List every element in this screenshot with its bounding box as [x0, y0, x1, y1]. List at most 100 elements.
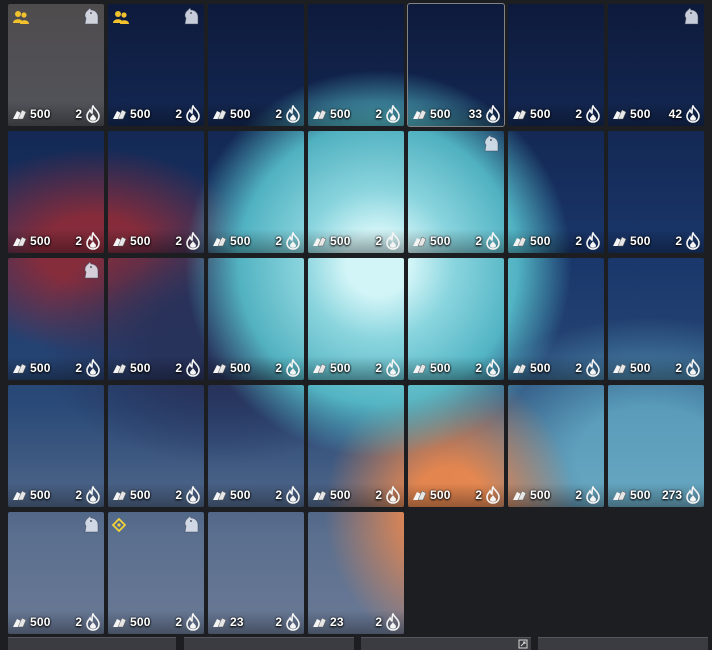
card-tile[interactable]: 500 273: [608, 385, 704, 507]
people-icon: [113, 11, 129, 24]
card-count: 500: [130, 234, 151, 248]
card-tile[interactable]: 500 2: [308, 131, 404, 253]
card-tile[interactable]: 500 2: [508, 4, 604, 126]
card-tile[interactable]: 500 2: [108, 385, 204, 507]
card-stack-icon: [113, 363, 127, 374]
card-count: 500: [530, 361, 551, 375]
card-level: 2: [275, 234, 282, 248]
card-level: 2: [175, 234, 182, 248]
card-tile[interactable]: 500 2: [308, 258, 404, 380]
card-tile[interactable]: 500 2: [8, 4, 104, 126]
card-tile[interactable]: 500 2: [608, 131, 704, 253]
card-tile[interactable]: 500 2: [608, 258, 704, 380]
card-count: 500: [30, 107, 51, 121]
flame-icon: [586, 359, 600, 377]
card-tile[interactable]: 500 2: [208, 258, 304, 380]
card-tile[interactable]: 23 2: [208, 512, 304, 634]
card-level: 2: [575, 488, 582, 502]
flame-icon: [486, 486, 500, 504]
card-tile[interactable]: 500 2: [8, 131, 104, 253]
knight-icon: [84, 515, 99, 533]
card-count: 500: [530, 488, 551, 502]
card-stack-icon: [413, 363, 427, 374]
card-count: 500: [430, 488, 451, 502]
bottom-tab-2[interactable]: [184, 637, 354, 650]
flame-icon: [286, 105, 300, 123]
knight-icon: [184, 515, 199, 533]
card-tile[interactable]: 500 2: [508, 131, 604, 253]
card-level: 2: [475, 234, 482, 248]
card-level: 2: [175, 361, 182, 375]
card-count: 500: [430, 234, 451, 248]
flame-icon: [586, 486, 600, 504]
card-count: 500: [330, 234, 351, 248]
flame-icon: [386, 359, 400, 377]
card-stack-icon: [213, 109, 227, 120]
flame-icon: [86, 486, 100, 504]
flame-icon: [286, 232, 300, 250]
card-count: 500: [630, 234, 651, 248]
bottom-tab-1[interactable]: [8, 637, 176, 650]
card-tile[interactable]: 500 2: [508, 385, 604, 507]
card-tile[interactable]: 500 2: [508, 258, 604, 380]
card-level: 2: [675, 361, 682, 375]
flame-icon: [186, 105, 200, 123]
card-count: 500: [230, 488, 251, 502]
card-level: 33: [468, 107, 482, 121]
flame-icon: [386, 105, 400, 123]
card-count: 500: [430, 361, 451, 375]
card-tile[interactable]: 500 2: [208, 4, 304, 126]
card-tile[interactable]: 500 2: [308, 4, 404, 126]
card-grid: 500 2 500 2 500 2 500 2 500 33 500 2 500 42 500 2 500 2 50…: [8, 3, 704, 634]
knight-icon: [684, 7, 699, 25]
card-stack-icon: [313, 617, 327, 628]
card-level: 2: [275, 615, 282, 629]
card-count: 23: [230, 615, 244, 629]
card-level: 273: [661, 488, 682, 502]
card-count: 500: [230, 107, 251, 121]
card-tile[interactable]: 500 2: [208, 131, 304, 253]
card-tile[interactable]: 500 42: [608, 4, 704, 126]
card-tile[interactable]: 500 2: [8, 512, 104, 634]
flame-icon: [386, 486, 400, 504]
card-stack-icon: [113, 490, 127, 501]
card-count: 500: [530, 234, 551, 248]
card-level: 2: [375, 361, 382, 375]
card-tile[interactable]: 500 2: [8, 385, 104, 507]
card-tile[interactable]: 500 2: [308, 385, 404, 507]
card-stack-icon: [13, 236, 27, 247]
card-tile[interactable]: 500 2: [408, 131, 504, 253]
card-stack-icon: [213, 490, 227, 501]
bottom-tab-4[interactable]: [538, 637, 708, 650]
flame-icon: [686, 486, 700, 504]
card-stack-icon: [513, 490, 527, 501]
flame-icon: [86, 232, 100, 250]
card-count: 500: [230, 361, 251, 375]
flame-icon: [186, 486, 200, 504]
card-tile[interactable]: 500 2: [108, 4, 204, 126]
card-count: 500: [330, 361, 351, 375]
card-stack-icon: [113, 109, 127, 120]
card-tile[interactable]: 23 2: [308, 512, 404, 634]
card-stack-icon: [113, 617, 127, 628]
card-count: 500: [130, 615, 151, 629]
card-tile[interactable]: 500 2: [108, 131, 204, 253]
card-tile[interactable]: 500 2: [408, 385, 504, 507]
card-stack-icon: [113, 236, 127, 247]
card-stack-icon: [613, 236, 627, 247]
card-tile[interactable]: 500 2: [108, 512, 204, 634]
card-level: 2: [575, 234, 582, 248]
flame-icon: [486, 359, 500, 377]
card-tile[interactable]: 500 2: [108, 258, 204, 380]
card-tile[interactable]: 500 2: [8, 258, 104, 380]
card-tile[interactable]: 500 2: [408, 258, 504, 380]
bottom-tab-3[interactable]: [361, 637, 531, 650]
flame-icon: [486, 232, 500, 250]
flame-icon: [86, 105, 100, 123]
card-tile[interactable]: 500 33: [407, 3, 505, 127]
flame-icon: [386, 613, 400, 631]
knight-icon: [84, 261, 99, 279]
card-tile[interactable]: 500 2: [208, 385, 304, 507]
people-icon: [13, 11, 29, 24]
flame-icon: [186, 613, 200, 631]
